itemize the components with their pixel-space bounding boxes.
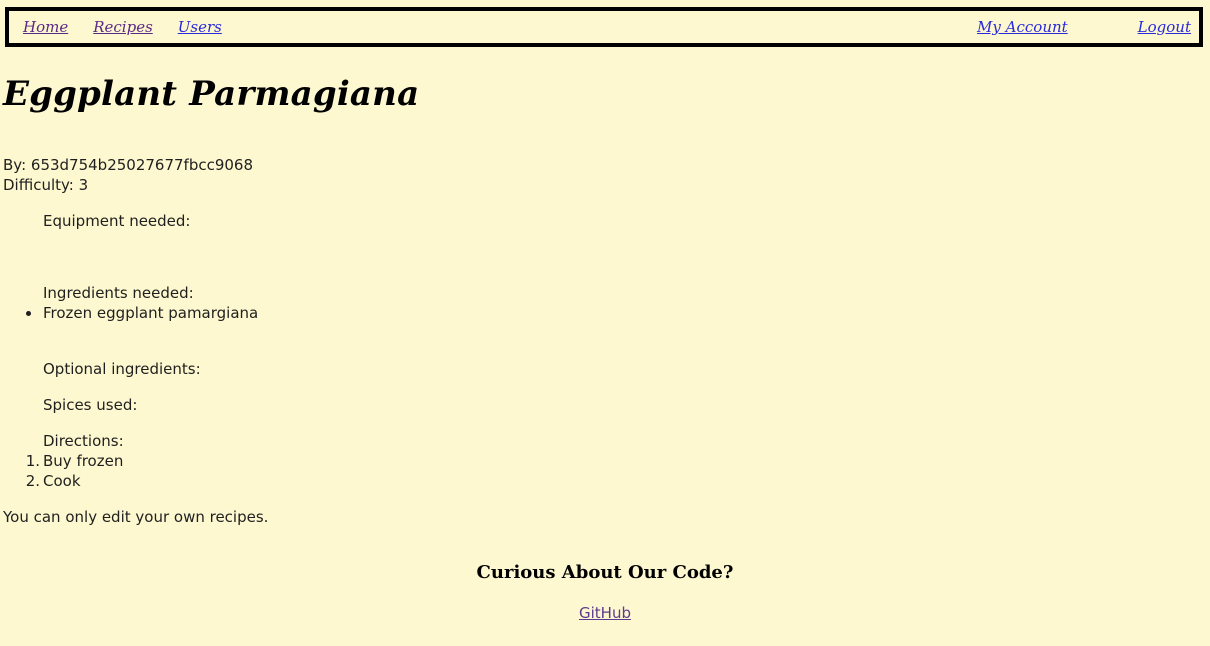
ingredients-label: Ingredients needed: bbox=[43, 284, 194, 302]
equipment-label: Equipment needed: bbox=[43, 212, 191, 230]
nav-recipes-link[interactable]: Recipes bbox=[93, 18, 153, 36]
direction-item: 1. Buy frozen bbox=[0, 451, 124, 471]
ingredient-item: Frozen eggplant pamargiana bbox=[0, 303, 258, 323]
directions-label: Directions: bbox=[43, 432, 124, 450]
edit-permission-note: You can only edit your own recipes. bbox=[3, 508, 269, 526]
spices-label: Spices used: bbox=[43, 396, 138, 414]
nav-home-link[interactable]: Home bbox=[23, 18, 68, 36]
github-link[interactable]: GitHub bbox=[579, 604, 631, 622]
direction-text: Cook bbox=[43, 472, 81, 490]
direction-number: 1. bbox=[25, 452, 40, 470]
optional-ingredients-label: Optional ingredients: bbox=[43, 360, 201, 378]
direction-item: 2. Cook bbox=[0, 471, 123, 491]
recipe-author: By: 653d754b25027677fbcc9068 bbox=[3, 156, 254, 174]
direction-number: 2. bbox=[25, 472, 40, 490]
recipe-difficulty: Difficulty: 3 bbox=[3, 176, 89, 194]
directions-list: 1. Buy frozen 2. Cook bbox=[0, 451, 124, 491]
top-navbar: Home Recipes Users My Account Logout bbox=[5, 7, 1203, 47]
page: Home Recipes Users My Account Logout Egg… bbox=[0, 0, 1210, 646]
nav-users-link[interactable]: Users bbox=[178, 18, 222, 36]
footer-heading: Curious About Our Code? bbox=[476, 562, 734, 583]
ingredients-list: Frozen eggplant pamargiana bbox=[0, 303, 258, 323]
recipe-title: Eggplant Parmagiana bbox=[3, 74, 420, 114]
nav-logout-link[interactable]: Logout bbox=[1138, 18, 1191, 36]
bullet-icon bbox=[26, 311, 31, 316]
ingredient-text: Frozen eggplant pamargiana bbox=[43, 304, 259, 322]
nav-my-account-link[interactable]: My Account bbox=[977, 18, 1068, 36]
direction-text: Buy frozen bbox=[43, 452, 124, 470]
nav-right-group: My Account Logout bbox=[977, 11, 1199, 43]
footer-link-container: GitHub bbox=[0, 604, 1210, 622]
nav-left-group: Home Recipes Users bbox=[9, 11, 222, 43]
